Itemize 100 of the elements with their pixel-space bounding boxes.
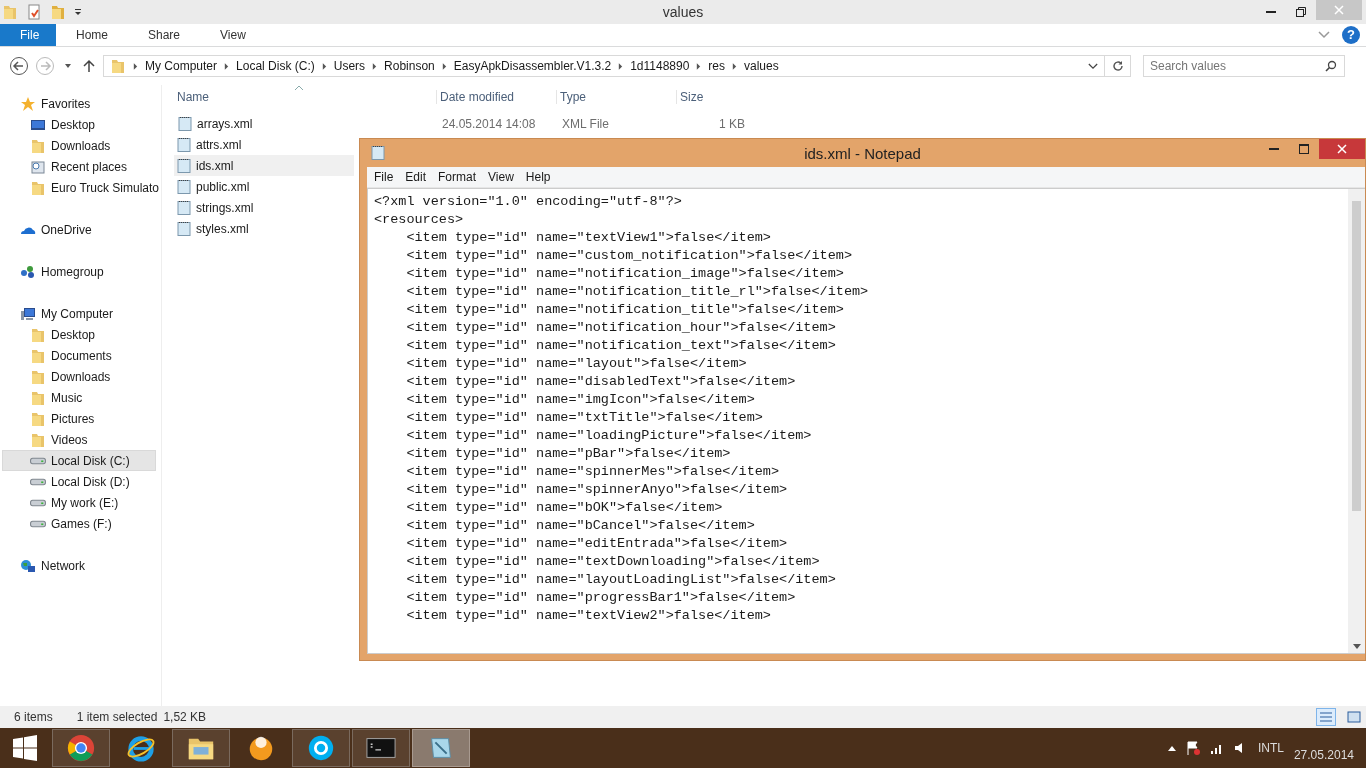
sidebar-item[interactable]: Local Disk (C:)	[2, 450, 156, 471]
text-line: <item type="id" name="bCancel">false</item>	[405, 517, 755, 535]
search-field[interactable]: Search values	[1143, 55, 1345, 77]
sidebar-item[interactable]: Network	[0, 555, 160, 576]
text-line: <item type="id" name="imgIcon">false</item>	[405, 391, 755, 409]
taskbar-button[interactable]	[292, 729, 350, 767]
search-icon	[1325, 60, 1337, 72]
notepad-file-icon	[176, 157, 192, 174]
file-row[interactable]: ids.xml	[174, 155, 354, 176]
up-arrow-icon[interactable]	[83, 59, 95, 73]
window-title: ids.xml - Notepad	[803, 145, 922, 162]
file-row[interactable]: arrays.xml 24.05.2014 14:08 XML File 1 KB	[174, 113, 754, 134]
scrollbar-thumb[interactable]	[1352, 201, 1361, 511]
folder-icon	[110, 58, 126, 74]
sidebar-item[interactable]: Desktop	[0, 324, 160, 345]
column-header[interactable]: Type	[556, 90, 676, 104]
ribbon-tab[interactable]: View	[200, 24, 266, 46]
sidebar-item[interactable]: Documents	[0, 345, 160, 366]
menu-item[interactable]: Edit	[405, 170, 427, 184]
breadcrumb[interactable]: 1d1148890	[630, 59, 690, 73]
properties-icon[interactable]	[26, 4, 42, 20]
sidebar-item[interactable]: Homegroup	[0, 261, 160, 282]
sidebar-item[interactable]: Pictures	[0, 408, 160, 429]
text-line: <resources>	[374, 211, 464, 229]
taskbar-button[interactable]	[352, 729, 410, 767]
details-view-icon	[1319, 711, 1333, 723]
sidebar-item[interactable]: My Computer	[0, 303, 160, 324]
star-icon	[20, 95, 36, 112]
file-name: ids.xml	[196, 158, 234, 173]
folder-icon	[30, 347, 46, 364]
menu-item[interactable]: Format	[438, 170, 477, 184]
text-line: <item type="id" name="textView1">false</item>	[405, 229, 771, 247]
text-line: <item type="id" name="textDownloading">false</item>	[405, 553, 820, 571]
breadcrumb-arrow-icon	[321, 62, 327, 70]
notepad-file-icon	[176, 178, 192, 195]
clock-date[interactable]: 27.05.2014	[1293, 748, 1354, 762]
sidebar-item[interactable]: Games (F:)	[0, 513, 160, 534]
sidebar-item[interactable]: Desktop	[0, 114, 160, 135]
breadcrumb[interactable]: Local Disk (C:)	[236, 59, 315, 73]
minimize-icon	[1266, 11, 1276, 13]
text-line: <item type="id" name="spinnerMes">false</item>	[405, 463, 780, 481]
notepad-file-icon	[176, 136, 192, 153]
file-row[interactable]: public.xml	[174, 176, 354, 197]
type-cell-text: XML File	[561, 116, 610, 131]
column-header[interactable]: Name	[174, 90, 436, 104]
breadcrumb[interactable]: Robinson	[384, 59, 435, 73]
selection-info: 1 item selected	[76, 710, 158, 724]
sidebar-item[interactable]: Favorites	[0, 93, 160, 114]
breadcrumb[interactable]: res	[708, 59, 726, 73]
file-row[interactable]: strings.xml	[174, 197, 354, 218]
sidebar-item[interactable]: Music	[0, 387, 160, 408]
sidebar-item[interactable]: Local Disk (D:)	[0, 471, 160, 492]
refresh-button[interactable]	[1105, 55, 1131, 77]
column-header[interactable]: Size	[676, 90, 756, 104]
text-line: <item type="id" name="progressBar1">false</item>	[405, 589, 796, 607]
file-name: arrays.xml	[197, 116, 253, 131]
input-language-indicator[interactable]: INTL	[1257, 741, 1284, 755]
folder-icon	[30, 137, 46, 154]
breadcrumb-arrow-icon	[133, 62, 138, 70]
selection-size: 1,52 KB	[163, 710, 207, 724]
taskbar-button[interactable]	[52, 729, 110, 767]
address-bar[interactable]: My Computer Local Disk (C:) Users Robinson EasyApkDisassembler.V1.3.2 1d1148890 res values	[103, 55, 1105, 77]
help-button[interactable]: ?	[1342, 26, 1360, 44]
text-line: <item type="id" name="notification_title_rl">false</item>	[405, 283, 869, 301]
text-line: <item type="id" name="notification_title">false</item>	[405, 301, 844, 319]
scroll-down-arrow-icon[interactable]	[1352, 644, 1361, 649]
column-header[interactable]: Date modified	[436, 90, 556, 104]
show-hidden-icons-icon[interactable]	[1167, 745, 1176, 751]
taskbar-button[interactable]	[172, 729, 230, 767]
menu-item[interactable]: File	[374, 170, 394, 184]
file-row[interactable]: attrs.xml	[174, 134, 354, 155]
breadcrumb-arrow-icon	[732, 62, 738, 70]
dropdown-icon[interactable]	[74, 8, 82, 16]
sidebar-item[interactable]: Euro Truck Simulato	[0, 177, 160, 198]
sidebar-item[interactable]: Recent places	[0, 156, 160, 177]
scrollbar[interactable]	[1348, 189, 1365, 653]
flag-icon[interactable]	[1185, 741, 1200, 755]
sidebar-item[interactable]: Downloads	[0, 366, 160, 387]
breadcrumb[interactable]: Users	[333, 59, 366, 73]
breadcrumb-arrow-icon	[441, 62, 447, 70]
notepad-file-icon	[176, 220, 192, 237]
browser-e-icon	[126, 733, 156, 763]
sidebar-item[interactable]: Videos	[0, 429, 160, 450]
caret-icon[interactable]	[64, 62, 72, 70]
menu-item[interactable]: View	[488, 170, 514, 184]
file-row[interactable]: styles.xml	[174, 218, 354, 239]
ribbon-tab[interactable]: Home	[56, 24, 128, 46]
breadcrumb[interactable]: EasyApkDisassembler.V1.3.2	[453, 59, 612, 73]
breadcrumb-arrow-icon	[696, 62, 702, 70]
menu-item[interactable]: Help	[525, 170, 551, 184]
breadcrumb-arrow-icon	[372, 62, 378, 70]
ribbon-tab[interactable]: Share	[128, 24, 201, 46]
sidebar-item[interactable]: My work (E:)	[0, 492, 160, 513]
folder-icon	[30, 368, 46, 385]
sidebar-item[interactable]: Downloads	[0, 135, 160, 156]
ribbon-tab[interactable]: File	[0, 24, 56, 46]
chevron-down-icon[interactable]	[1088, 62, 1098, 70]
breadcrumb[interactable]: values	[744, 59, 779, 73]
sidebar-item[interactable]: OneDrive	[0, 219, 160, 240]
breadcrumb[interactable]: My Computer	[145, 59, 218, 73]
